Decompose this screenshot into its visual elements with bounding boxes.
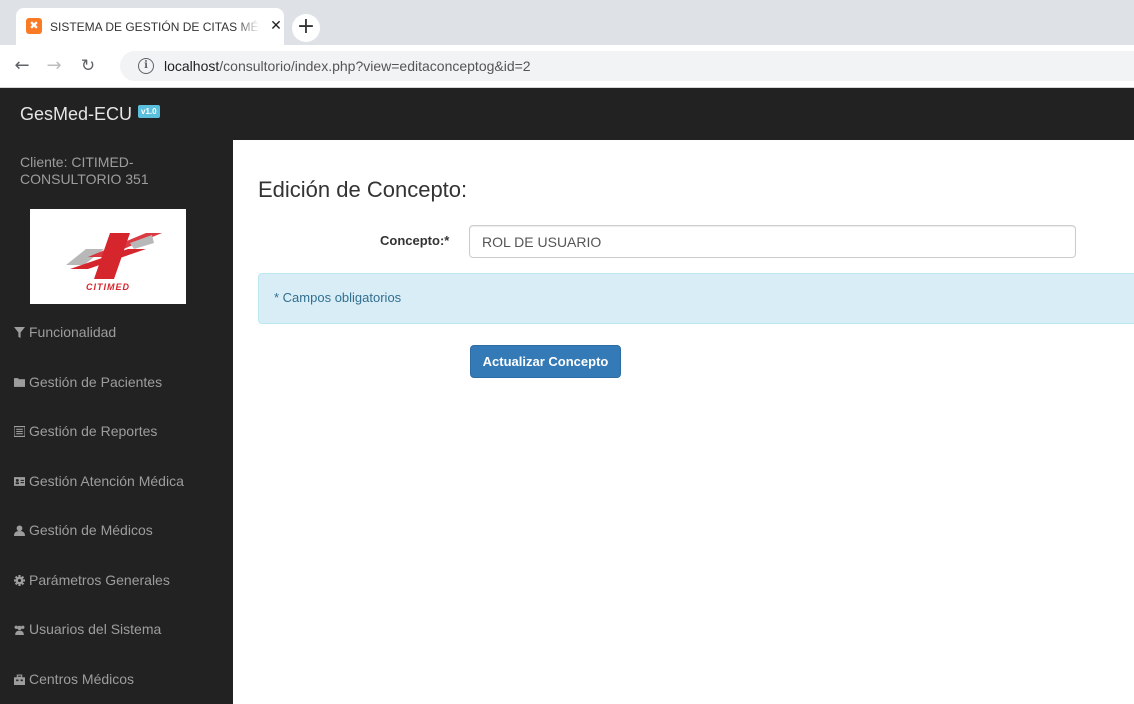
sidebar-item-label: Gestión de Médicos — [29, 522, 153, 538]
users-icon — [14, 625, 25, 635]
sidebar-item-reportes[interactable]: Gestión de Reportes — [14, 421, 157, 441]
tab-title: SISTEMA DE GESTIÓN DE CITAS MÉDICAS — [50, 18, 260, 36]
browser-tab[interactable]: ✖ SISTEMA DE GESTIÓN DE CITAS MÉDICAS ✕ — [16, 8, 284, 45]
sidebar: Cliente: CITIMED- CONSULTORIO 351 CITIME… — [0, 140, 233, 704]
page-title: Edición de Concepto: — [258, 177, 468, 202]
address-bar[interactable]: i localhost/consultorio/index.php?view=e… — [120, 51, 1134, 81]
sidebar-item-funcionalidad[interactable]: Funcionalidad — [14, 322, 116, 342]
alert-text: * Campos obligatorios — [274, 290, 402, 305]
url-text[interactable]: localhost/consultorio/index.php?view=edi… — [164, 57, 531, 75]
concepto-input[interactable] — [469, 225, 1076, 258]
sidebar-item-centros[interactable]: Centros Médicos — [14, 669, 134, 689]
brand[interactable]: GesMed-ECU v1.0 — [20, 104, 160, 124]
sidebar-item-label: Gestión Atención Médica — [29, 473, 184, 489]
user-icon — [14, 525, 25, 536]
id-card-icon — [14, 477, 25, 486]
citimed-logo-graphic: CITIMED — [66, 233, 162, 292]
list-alt-icon — [14, 426, 25, 437]
sidebar-item-label: Centros Médicos — [29, 671, 135, 687]
update-concept-button[interactable]: Actualizar Concepto — [470, 345, 621, 378]
sidebar-item-label: Gestión de Pacientes — [29, 374, 163, 390]
sidebar-item-label: Parámetros Generales — [29, 572, 170, 588]
sidebar-item-usuarios[interactable]: Usuarios del Sistema — [14, 619, 161, 639]
url-host: localhost — [164, 58, 220, 74]
browser-tabstrip: ✖ SISTEMA DE GESTIÓN DE CITAS MÉDICAS ✕ … — [0, 0, 1134, 45]
xampp-favicon-icon: ✖ — [26, 18, 42, 34]
filter-icon — [14, 327, 25, 338]
reload-icon[interactable]: ↻ — [76, 54, 100, 78]
browser-toolbar: ← → ↻ i localhost/consultorio/index.php?… — [0, 45, 1134, 88]
sidebar-item-label: Gestión de Reportes — [29, 423, 158, 439]
sidebar-item-label: Usuarios del Sistema — [29, 621, 162, 637]
sidebar-item-pacientes[interactable]: Gestión de Pacientes — [14, 372, 162, 392]
cog-icon — [14, 575, 25, 586]
new-tab-button[interactable]: + — [292, 14, 320, 42]
required-fields-alert: * Campos obligatorios — [258, 273, 1134, 324]
folder-icon — [14, 378, 25, 387]
sidebar-item-medicos[interactable]: Gestión de Médicos — [14, 520, 153, 540]
forward-icon[interactable]: → — [42, 54, 66, 78]
url-path: /consultorio/index.php?view=editaconcept… — [219, 58, 531, 74]
brand-name: GesMed-ECU — [20, 104, 133, 124]
back-icon[interactable]: ← — [10, 54, 34, 78]
info-icon[interactable]: i — [138, 58, 154, 74]
concepto-label: Concepto:* — [380, 233, 450, 248]
client-name: Cliente: CITIMED- CONSULTORIO 351 — [20, 154, 149, 187]
citimed-logo: CITIMED — [30, 209, 186, 304]
tab-close-icon[interactable]: ✕ — [266, 16, 286, 36]
version-badge: v1.0 — [138, 105, 160, 118]
app-navbar: GesMed-ECU v1.0 — [0, 88, 1134, 140]
logo-text: CITIMED — [86, 282, 130, 292]
sidebar-item-atencion-medica[interactable]: Gestión Atención Médica — [14, 471, 184, 491]
building-icon — [14, 674, 25, 685]
sidebar-item-label: Funcionalidad — [29, 324, 117, 340]
sidebar-item-parametros[interactable]: Parámetros Generales — [14, 570, 170, 590]
